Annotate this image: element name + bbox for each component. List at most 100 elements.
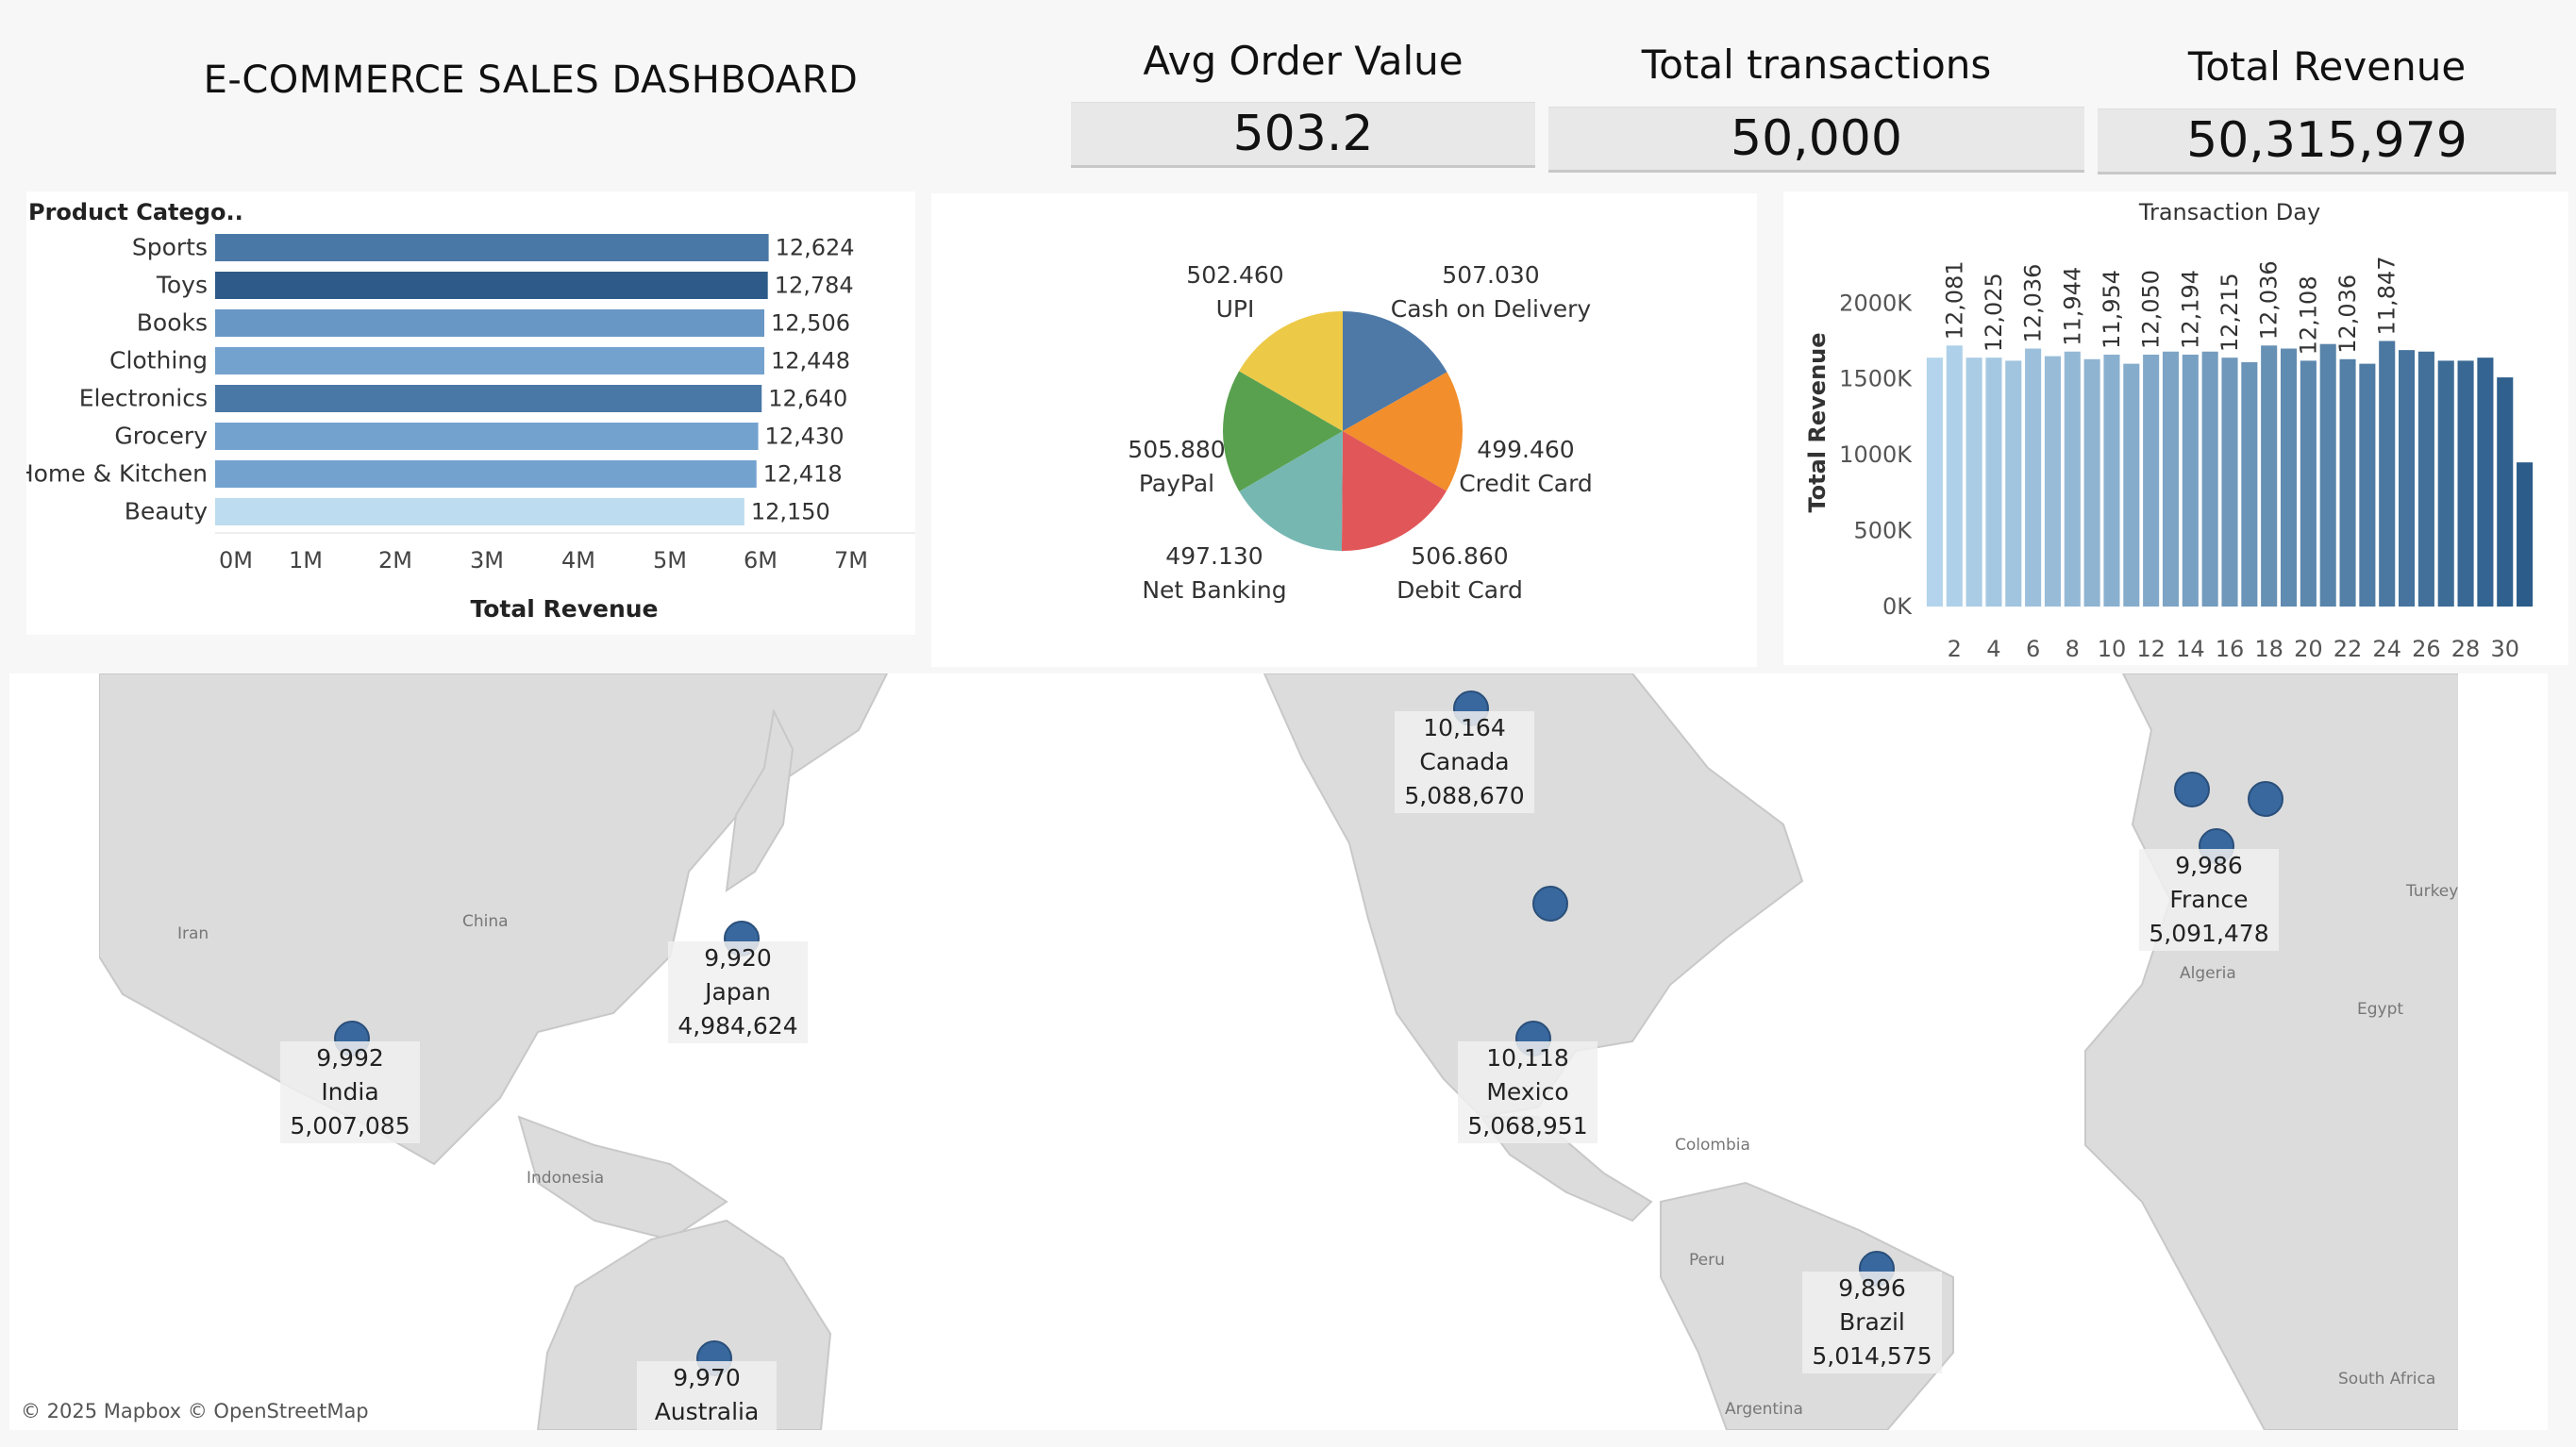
payment-slice-value: 499.460 (1477, 436, 1574, 463)
map-left-margin (9, 674, 99, 1430)
day-y-tick: 1000K (1839, 441, 1913, 468)
day-bar[interactable] (2162, 351, 2180, 607)
day-y-axis-title: Total Revenue (1804, 332, 1831, 512)
day-bar[interactable] (1985, 358, 2002, 607)
map-right-margin (2458, 674, 2548, 1430)
day-bar[interactable] (2280, 348, 2298, 607)
category-bar[interactable] (215, 460, 757, 488)
country-marker[interactable] (2248, 781, 2283, 817)
day-bar[interactable] (2497, 377, 2514, 607)
day-bar[interactable] (2379, 341, 2396, 607)
day-bar-label: 12,081 (1941, 260, 1967, 340)
day-bar[interactable] (2221, 358, 2238, 607)
kpi-avg-order-value[interactable]: 503.2 (1071, 102, 1535, 168)
day-bar[interactable] (2005, 360, 2022, 607)
category-bar[interactable] (215, 234, 769, 261)
day-chart-title: Transaction Day (2138, 199, 2320, 225)
category-bar-value: 12,150 (751, 499, 830, 525)
category-x-tick: 3M (470, 547, 504, 574)
category-bar-chart[interactable]: Product Catego.. Total Revenue Sports 12,… (26, 191, 915, 635)
day-bar[interactable] (2437, 360, 2454, 607)
day-bar[interactable] (2182, 354, 2199, 607)
day-bar[interactable] (2417, 351, 2434, 607)
category-bar-value: 12,430 (765, 424, 845, 450)
country-marker[interactable] (1532, 886, 1568, 922)
payment-slice-name: Debit Card (1397, 576, 1523, 604)
country-label: 9,986 France 5,091,478 (2139, 849, 2279, 951)
day-bar[interactable] (2477, 358, 2494, 607)
day-bar[interactable] (2201, 351, 2218, 607)
day-bar[interactable] (2399, 350, 2416, 607)
day-bar[interactable] (2083, 358, 2100, 607)
day-bar[interactable] (2044, 356, 2061, 607)
category-axis-header: Product Catego.. (28, 199, 243, 225)
day-bar[interactable] (2457, 360, 2474, 607)
category-bar[interactable] (215, 347, 765, 374)
day-bar-label: 11,847 (2374, 256, 2400, 335)
day-x-tick: 8 (2066, 636, 2080, 662)
day-bar[interactable] (2517, 462, 2534, 607)
country-marker[interactable] (2174, 772, 2210, 807)
day-bar[interactable] (1946, 345, 1963, 607)
day-bar[interactable] (2339, 358, 2356, 607)
day-bar-label: 12,025 (1981, 273, 2007, 352)
category-bar[interactable] (215, 385, 762, 412)
day-bar[interactable] (2359, 363, 2376, 607)
kpi-transactions-label: Total transactions (1641, 42, 1992, 88)
day-bar[interactable] (2319, 343, 2336, 607)
day-bar[interactable] (2025, 348, 2042, 607)
day-bar[interactable] (2300, 360, 2317, 607)
day-bar[interactable] (2064, 351, 2081, 607)
category-bar-value: 12,506 (771, 310, 850, 337)
map-base-label: China (462, 912, 509, 931)
payment-slice-value: 497.130 (1165, 542, 1263, 570)
day-bar[interactable] (2123, 363, 2140, 607)
day-bar-label: 12,194 (2177, 270, 2203, 349)
category-chart-panel: Product Catego.. Total Revenue Sports 12,… (26, 191, 915, 635)
kpi-revenue-label: Total Revenue (2187, 43, 2467, 90)
country-revenue: 5,088,670 (1404, 782, 1525, 809)
category-x-tick: 2M (378, 547, 412, 574)
day-bar-chart[interactable]: Transaction Day Total Revenue 2000K 1500K… (1783, 191, 2568, 665)
country-label: 10,118 Mexico 5,068,951 (1458, 1041, 1597, 1143)
day-x-tick: 6 (2026, 636, 2040, 662)
kpi-revenue-value[interactable]: 50,315,979 (2098, 108, 2556, 175)
day-y-tick: 500K (1853, 518, 1913, 544)
map-attribution[interactable]: © 2025 Mapbox © OpenStreetMap (21, 1400, 369, 1422)
day-bar[interactable] (2103, 354, 2120, 607)
payment-slice-value: 507.030 (1442, 261, 1539, 289)
day-bar[interactable] (2241, 362, 2258, 607)
payment-chart-panel: 507.030 Cash on Delivery 499.460 Credit Car… (931, 193, 1757, 667)
country-label: 10,164 Canada 5,088,670 (1395, 711, 1534, 813)
payment-pie-chart[interactable]: 507.030 Cash on Delivery 499.460 Credit Car… (931, 193, 1757, 667)
category-bar[interactable] (215, 309, 765, 337)
category-bar[interactable] (215, 272, 768, 299)
category-x-tick: 1M (289, 547, 323, 574)
category-label: Home & Kitchen (26, 460, 208, 488)
category-bar-value: 12,418 (763, 461, 843, 488)
day-bar-label: 11,954 (2099, 270, 2125, 349)
country-count: 9,992 (316, 1044, 384, 1072)
map-base-label: Algeria (2180, 964, 2236, 983)
category-label: Electronics (79, 385, 208, 412)
day-bar[interactable] (1926, 358, 1943, 607)
category-bar[interactable] (215, 423, 759, 450)
day-bar[interactable] (2143, 354, 2160, 607)
country-revenue: 5,068,951 (1467, 1112, 1588, 1139)
kpi-avg-order-label: Avg Order Value (1143, 38, 1464, 84)
day-bar[interactable] (2261, 345, 2278, 607)
category-bar[interactable] (215, 498, 744, 525)
day-bar-label: 12,215 (2216, 273, 2243, 352)
day-bar[interactable] (1965, 358, 1982, 607)
day-x-tick: 4 (1986, 636, 2000, 662)
kpi-transactions-value[interactable]: 50,000 (1548, 107, 2084, 173)
day-x-tick: 16 (2216, 636, 2245, 662)
day-x-tick: 2 (1948, 636, 1962, 662)
payment-slice-value: 505.880 (1128, 436, 1225, 463)
country-map[interactable]: Iran China Indonesia Algeria Egypt Turkey Colo… (9, 674, 2548, 1430)
payment-slice-name: Cash on Delivery (1391, 295, 1592, 323)
day-x-tick: 26 (2412, 636, 2441, 662)
payment-slice-name: Credit Card (1459, 470, 1593, 497)
payment-slice-value: 506.860 (1411, 542, 1508, 570)
day-bar-label: 12,036 (2256, 260, 2283, 340)
